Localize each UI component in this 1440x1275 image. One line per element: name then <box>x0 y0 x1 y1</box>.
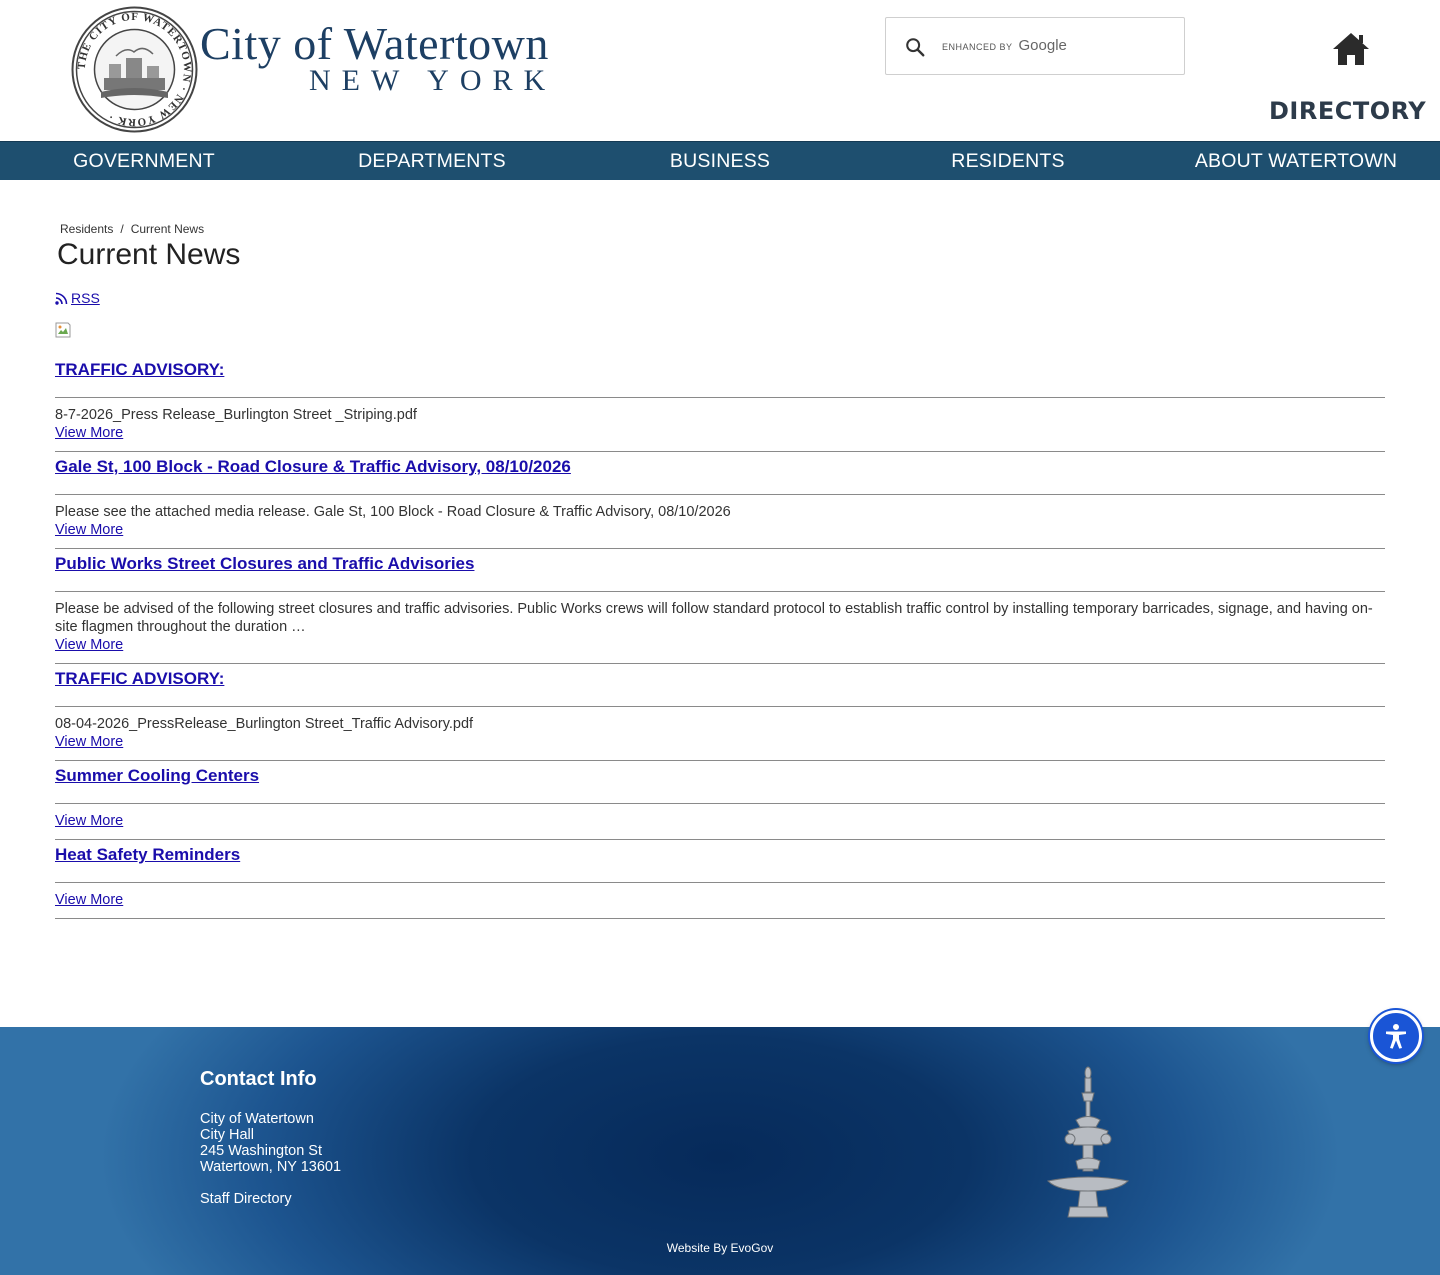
news-item-body: 8-7-2026_Press Release_Burlington Street… <box>55 398 1385 451</box>
page-title: Current News <box>57 238 241 271</box>
contact-line: 245 Washington St <box>200 1143 322 1159</box>
news-item-body: 08-04-2026_PressRelease_Burlington Stree… <box>55 707 1385 760</box>
home-icon[interactable] <box>1332 31 1370 67</box>
site-footer: Contact Info City of Watertown City Hall… <box>0 1027 1440 1275</box>
view-more-link[interactable]: View More <box>55 813 123 829</box>
news-description: 8-7-2026_Press Release_Burlington Street… <box>55 407 417 423</box>
search-icon[interactable] <box>904 36 926 58</box>
news-item: Public Works Street Closures and Traffic… <box>55 549 1385 664</box>
news-item-header: TRAFFIC ADVISORY: <box>55 664 1385 707</box>
news-title-link[interactable]: TRAFFIC ADVISORY: <box>55 360 224 379</box>
contact-title: Contact Info <box>200 1068 317 1090</box>
view-more-link[interactable]: View More <box>55 425 123 441</box>
city-seal-logo[interactable]: THE CITY OF WATERTOWN · NEW YORK · <box>71 6 198 133</box>
nav-item-about-watertown[interactable]: ABOUT WATERTOWN <box>1152 142 1440 180</box>
news-title-link[interactable]: TRAFFIC ADVISORY: <box>55 669 224 688</box>
breadcrumb-current-news: Current News <box>130 222 205 236</box>
rss-label: RSS <box>71 290 100 306</box>
contact-line: City Hall <box>200 1127 254 1143</box>
news-item-header: TRAFFIC ADVISORY: <box>55 355 1385 398</box>
nav-item-government[interactable]: GOVERNMENT <box>0 142 288 180</box>
news-item-header: Public Works Street Closures and Traffic… <box>55 549 1385 592</box>
rss-icon <box>55 292 68 305</box>
news-title-link[interactable]: Public Works Street Closures and Traffic… <box>55 554 474 573</box>
site-header: THE CITY OF WATERTOWN · NEW YORK · City … <box>0 0 1440 141</box>
news-item: Gale St, 100 Block - Road Closure & Traf… <box>55 452 1385 549</box>
news-description: 08-04-2026_PressRelease_Burlington Stree… <box>55 716 474 732</box>
view-more-link[interactable]: View More <box>55 637 123 653</box>
breadcrumb-residents[interactable]: Residents <box>60 222 113 236</box>
news-item-body: Please be advised of the following stree… <box>55 592 1385 663</box>
news-item-header: Heat Safety Reminders <box>55 840 1385 883</box>
accessibility-button[interactable] <box>1370 1010 1422 1062</box>
breadcrumb-separator: / <box>120 222 124 236</box>
news-item-header: Gale St, 100 Block - Road Closure & Traf… <box>55 452 1385 495</box>
news-title-link[interactable]: Heat Safety Reminders <box>55 845 240 864</box>
breadcrumb: Residents / Current News <box>60 222 204 236</box>
site-credit[interactable]: Website By EvoGov <box>0 1241 1440 1255</box>
news-title-link[interactable]: Gale St, 100 Block - Road Closure & Traf… <box>55 457 571 476</box>
view-more-link[interactable]: View More <box>55 522 123 538</box>
main-nav: GOVERNMENT DEPARTMENTS BUSINESS RESIDENT… <box>0 141 1440 180</box>
contact-line: Watertown, NY 13601 <box>200 1159 342 1175</box>
nav-item-residents[interactable]: RESIDENTS <box>864 142 1152 180</box>
broken-image-icon <box>55 322 71 338</box>
directory-link[interactable]: DIRECTORY <box>1269 97 1426 125</box>
nav-item-departments[interactable]: DEPARTMENTS <box>288 142 576 180</box>
news-description: Please be advised of the following stree… <box>55 601 1373 635</box>
accessibility-icon <box>1386 1024 1406 1049</box>
search-input[interactable] <box>942 32 1172 62</box>
news-description: Please see the attached media release. G… <box>55 504 731 520</box>
fountain-image <box>1046 1066 1130 1218</box>
logo-subtitle[interactable]: NEW YORK <box>309 64 556 98</box>
news-list: TRAFFIC ADVISORY: 8-7-2026_Press Release… <box>55 355 1385 919</box>
news-item-header: Summer Cooling Centers <box>55 761 1385 804</box>
news-item-body: View More <box>55 883 1385 918</box>
contact-address: City of Watertown City Hall 245 Washingt… <box>200 1111 341 1175</box>
news-item: Summer Cooling Centers View More <box>55 761 1385 840</box>
site-search[interactable]: enhanced by Google <box>885 17 1185 75</box>
news-item: Heat Safety Reminders View More <box>55 840 1385 919</box>
nav-item-business[interactable]: BUSINESS <box>576 142 864 180</box>
news-item: TRAFFIC ADVISORY: 8-7-2026_Press Release… <box>55 355 1385 452</box>
view-more-link[interactable]: View More <box>55 892 123 908</box>
rss-link[interactable]: RSS <box>55 290 100 306</box>
news-item-body: Please see the attached media release. G… <box>55 495 1385 548</box>
news-item-body: View More <box>55 804 1385 839</box>
news-item: TRAFFIC ADVISORY: 08-04-2026_PressReleas… <box>55 664 1385 761</box>
news-title-link[interactable]: Summer Cooling Centers <box>55 766 259 785</box>
contact-line: City of Watertown <box>200 1111 314 1127</box>
view-more-link[interactable]: View More <box>55 734 123 750</box>
staff-directory-link[interactable]: Staff Directory <box>200 1191 292 1207</box>
logo-title[interactable]: City of Watertown <box>200 18 549 70</box>
